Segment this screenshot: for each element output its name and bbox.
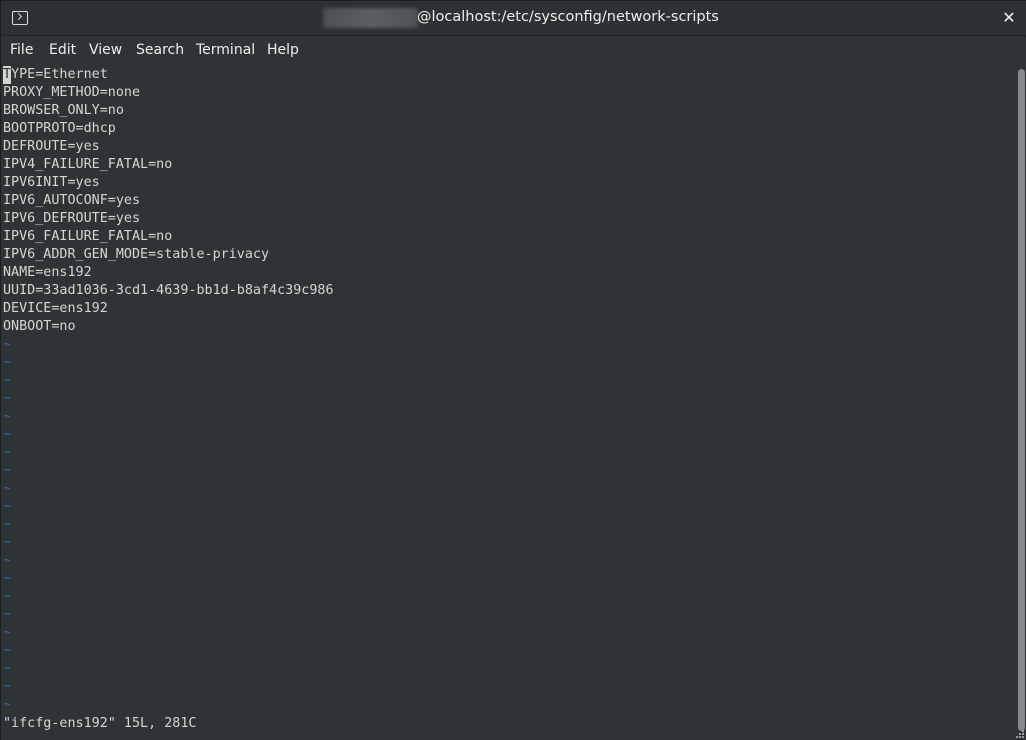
scrollbar[interactable] [1016,65,1026,740]
file-line: IPV6_AUTOCONF=yes [3,193,141,208]
empty-line-marker: ~ [3,643,12,658]
menu-help[interactable]: Help [267,42,299,58]
empty-line-marker: ~ [3,499,12,514]
close-icon[interactable]: ✕ [1001,8,1017,28]
empty-line-marker: ~ [3,373,12,388]
title-bar[interactable]: @localhost:/etc/sysconfig/network-script… [1,1,1026,36]
file-line: UUID=33ad1036-3cd1-4639-bb1d-b8af4c39c98… [3,283,334,298]
file-line: TYPE=Ethernet [3,66,108,84]
file-line-rest: YPE=Ethernet [11,67,108,82]
file-line: IPV4_FAILURE_FATAL=no [3,157,173,172]
terminal-content[interactable]: TYPE=Ethernet PROXY_METHOD=none BROWSER_ON… [1,65,1016,740]
redacted-username [323,8,418,28]
status-line: "ifcfg-ens192" 15L, 281C [3,716,197,731]
window-title: @localhost:/etc/sysconfig/network-script… [417,9,719,25]
empty-line-marker: ~ [3,553,12,568]
empty-line-marker: ~ [3,427,12,442]
empty-line-marker: ~ [3,517,12,532]
menu-view[interactable]: View [89,42,122,58]
file-line: ONBOOT=no [3,319,76,334]
file-line: BROWSER_ONLY=no [3,103,124,118]
empty-line-marker: ~ [3,463,12,478]
menu-edit[interactable]: Edit [49,42,76,58]
file-line: IPV6_FAILURE_FATAL=no [3,229,173,244]
text-cursor: T [3,66,12,84]
empty-line-marker: ~ [3,409,12,424]
file-line: PROXY_METHOD=none [3,85,141,100]
file-line: IPV6INIT=yes [3,175,100,190]
terminal-icon [12,11,28,25]
file-line: DEVICE=ens192 [3,301,108,316]
menu-search[interactable]: Search [136,42,184,58]
empty-line-marker: ~ [3,535,12,550]
file-line: DEFROUTE=yes [3,139,100,154]
empty-line-marker: ~ [3,481,12,496]
empty-line-marker: ~ [3,697,12,712]
file-line: IPV6_DEFROUTE=yes [3,211,141,226]
empty-line-marker: ~ [3,445,12,460]
empty-line-marker: ~ [3,607,12,622]
empty-line-marker: ~ [3,661,12,676]
file-line: IPV6_ADDR_GEN_MODE=stable-privacy [3,247,270,262]
empty-line-marker: ~ [3,391,12,406]
menu-terminal[interactable]: Terminal [196,42,255,58]
resize-grip-icon[interactable] [1015,729,1025,739]
empty-line-marker: ~ [3,337,12,352]
file-line: BOOTPROTO=dhcp [3,121,116,136]
menu-file[interactable]: File [10,42,33,58]
empty-line-marker: ~ [3,571,12,586]
file-line: NAME=ens192 [3,265,92,280]
scrollbar-thumb[interactable] [1018,69,1025,731]
menu-bar: File Edit View Search Terminal Help [1,37,1026,65]
empty-line-marker: ~ [3,679,12,694]
empty-line-marker: ~ [3,625,12,640]
terminal-window: @localhost:/etc/sysconfig/network-script… [0,0,1026,740]
empty-line-marker: ~ [3,355,12,370]
empty-line-marker: ~ [3,589,12,604]
